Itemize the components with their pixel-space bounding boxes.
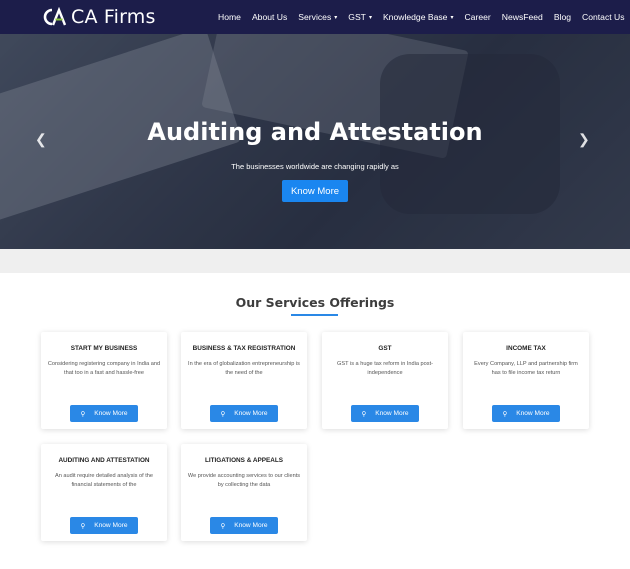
service-know-more-label: Know More bbox=[94, 522, 128, 529]
service-card-description: GST is a huge tax reform in India post-i… bbox=[337, 361, 433, 376]
chevron-down-icon: ▾ bbox=[450, 14, 454, 21]
service-know-more-button[interactable]: ⚲ Know More bbox=[70, 405, 138, 422]
service-card-title: BUSINESS & TAX REGISTRATION bbox=[192, 345, 296, 352]
hero-title: Auditing and Attestation bbox=[147, 118, 483, 146]
nav-item-contact-us[interactable]: Contact Us bbox=[582, 12, 625, 22]
lightbulb-icon: ⚲ bbox=[80, 522, 86, 530]
nav-item-label: Services bbox=[298, 12, 332, 22]
nav-item-label: Knowledge Base bbox=[382, 12, 448, 22]
service-card-title: INCOME TAX bbox=[506, 345, 546, 352]
service-know-more-button[interactable]: ⚲ Know More bbox=[210, 405, 278, 422]
lightbulb-icon: ⚲ bbox=[220, 522, 226, 530]
divider-band bbox=[0, 249, 630, 273]
nav-item-blog[interactable]: Blog bbox=[554, 12, 571, 22]
nav-item-label: GST bbox=[348, 12, 366, 22]
nav-item-home[interactable]: Home bbox=[218, 12, 241, 22]
services-heading: Our Services Offerings bbox=[235, 295, 395, 310]
hero-know-more-button[interactable]: Know More bbox=[282, 180, 348, 202]
heading-underline bbox=[291, 314, 338, 316]
lightbulb-icon: ⚲ bbox=[80, 410, 86, 418]
nav-item-label: Contact Us bbox=[582, 12, 625, 22]
service-card-title: AUDITING AND ATTESTATION bbox=[58, 457, 150, 464]
hero-slider: ❮ ❯ Auditing and Attestation The busines… bbox=[0, 34, 630, 249]
nav-item-label: About Us bbox=[251, 12, 288, 22]
nav-item-label: Blog bbox=[553, 12, 572, 22]
ca-logo-icon bbox=[43, 7, 67, 26]
chevron-down-icon: ▾ bbox=[368, 14, 372, 21]
nav-item-services[interactable]: Services ▾ bbox=[298, 12, 337, 22]
service-card: INCOME TAX Every Company, LLP and partner… bbox=[463, 332, 589, 429]
main-nav: Home About Us Services ▾ GST ▾ Knowledge Base ▾… bbox=[218, 0, 625, 34]
brand-name: CA Firms bbox=[71, 6, 156, 28]
service-card-description: Every Company, LLP and partnership firm … bbox=[474, 361, 578, 376]
nav-item-label: Home bbox=[218, 12, 241, 22]
service-card: START MY BUSINESS Considering registering… bbox=[41, 332, 167, 429]
lightbulb-icon: ⚲ bbox=[220, 410, 226, 418]
service-know-more-label: Know More bbox=[234, 410, 268, 417]
service-card: GST GST is a huge tax reform in India pos… bbox=[322, 332, 448, 429]
service-card: LITIGATIONS & APPEALS We provide accounti… bbox=[181, 444, 307, 541]
service-card-title: START MY BUSINESS bbox=[70, 345, 138, 352]
page: CA Firms Home About Us Services ▾ GST ▾ Knowle… bbox=[0, 0, 630, 569]
service-card-title: LITIGATIONS & APPEALS bbox=[204, 457, 284, 464]
service-know-more-button[interactable]: ⚲ Know More bbox=[210, 517, 278, 534]
service-know-more-button[interactable]: ⚲ Know More bbox=[492, 405, 560, 422]
nav-item-about-us[interactable]: About Us bbox=[252, 12, 287, 22]
service-know-more-button[interactable]: ⚲ Know More bbox=[351, 405, 419, 422]
service-card: AUDITING AND ATTESTATION An audit require… bbox=[41, 444, 167, 541]
lightbulb-icon: ⚲ bbox=[361, 410, 367, 418]
service-know-more-label: Know More bbox=[516, 410, 550, 417]
service-know-more-label: Know More bbox=[94, 410, 128, 417]
service-card-description: In the era of globalization entrepreneur… bbox=[188, 361, 300, 376]
nav-item-career[interactable]: Career bbox=[464, 12, 490, 22]
nav-item-gst[interactable]: GST ▾ bbox=[348, 12, 372, 22]
nav-item-label: NewsFeed bbox=[501, 12, 543, 22]
nav-item-newsfeed[interactable]: NewsFeed bbox=[502, 12, 543, 22]
service-know-more-label: Know More bbox=[375, 410, 409, 417]
nav-item-label: Career bbox=[464, 12, 491, 22]
service-know-more-label: Know More bbox=[234, 522, 268, 529]
brand-logo[interactable]: CA Firms bbox=[41, 6, 156, 28]
service-card-description: An audit require detailed analysis of th… bbox=[55, 473, 153, 488]
site-header: CA Firms Home About Us Services ▾ GST ▾ Knowle… bbox=[0, 0, 630, 34]
hero-subtitle: The businesses worldwide are changing ra… bbox=[231, 162, 399, 171]
service-card-description: We provide accounting services to our cl… bbox=[187, 473, 301, 488]
service-card-title: GST bbox=[378, 345, 392, 352]
service-card: BUSINESS & TAX REGISTRATION In the era of… bbox=[181, 332, 307, 429]
lightbulb-icon: ⚲ bbox=[502, 410, 508, 418]
nav-item-knowledge-base[interactable]: Knowledge Base ▾ bbox=[383, 12, 454, 22]
chevron-down-icon: ▾ bbox=[334, 14, 338, 21]
service-know-more-button[interactable]: ⚲ Know More bbox=[70, 517, 138, 534]
service-card-description: Considering registering company in India… bbox=[47, 361, 161, 376]
